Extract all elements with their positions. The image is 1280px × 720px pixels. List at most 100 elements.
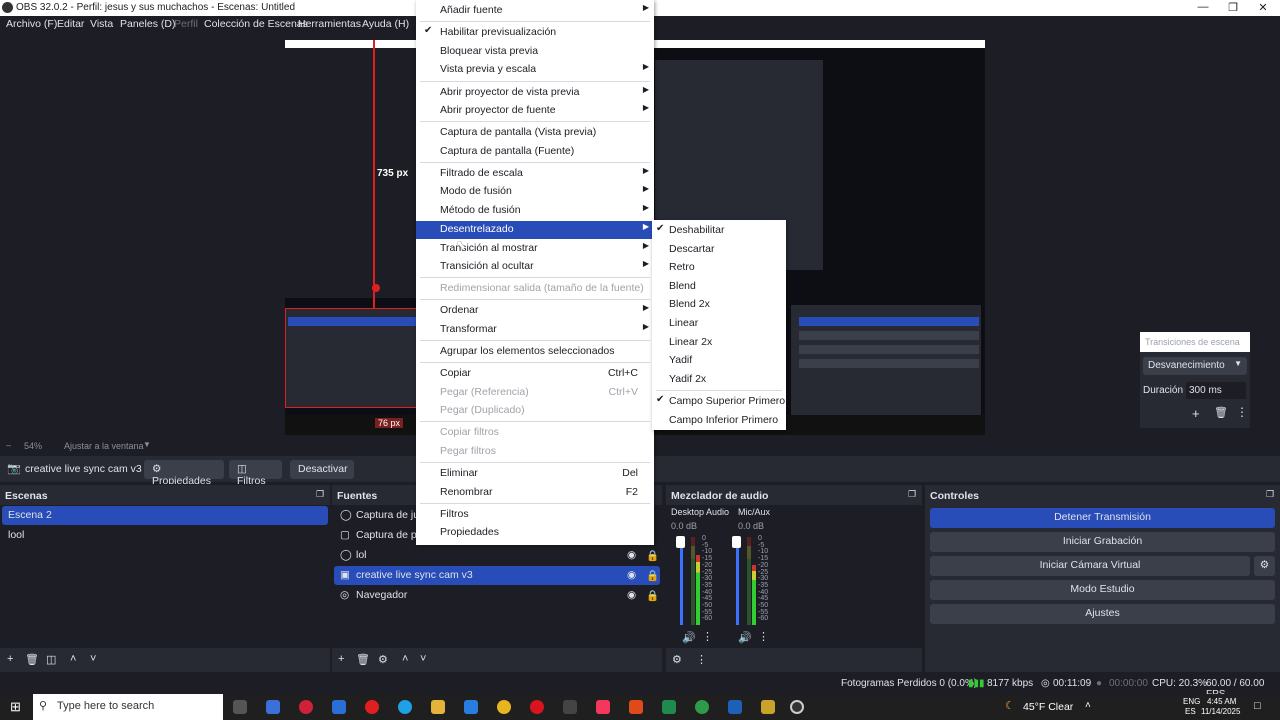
close-button[interactable]: ✕	[1256, 1, 1270, 14]
pinterest-icon[interactable]	[299, 700, 313, 714]
handle-icon[interactable]	[372, 284, 380, 292]
lock-icon[interactable]: 🔒	[646, 569, 659, 582]
menu-vista[interactable]: Vista	[90, 18, 113, 30]
chevron-up-icon[interactable]: ˄	[1085, 700, 1091, 711]
eye-icon[interactable]: ◉	[627, 589, 636, 601]
context-menu-item[interactable]: Propiedades	[416, 524, 654, 542]
submenu-item[interactable]: Campo Superior Primero ✔	[652, 393, 786, 411]
submenu-item[interactable]: Yadif 2x	[652, 371, 786, 389]
context-menu-item[interactable]: Abrir proyector de vista previa ▶	[416, 84, 654, 102]
context-menu-item[interactable]: Desentrelazado ▶	[416, 221, 654, 239]
trash-icon[interactable]: 🗑	[25, 653, 39, 666]
arrow-down-icon[interactable]: ˅	[90, 653, 96, 665]
shield-icon[interactable]	[728, 700, 742, 714]
context-menu-item[interactable]: Transición al ocultar ▶	[416, 258, 654, 276]
app-icon[interactable]	[563, 700, 577, 714]
submenu-item[interactable]: Descartar	[652, 241, 786, 259]
menu-herramientas[interactable]: Herramientas	[298, 18, 361, 30]
minimize-button[interactable]: —	[1196, 1, 1210, 13]
source-item[interactable]: ◎ Navegador ◉ 🔒	[334, 586, 660, 605]
context-menu-item[interactable]: Filtrado de escala ▶	[416, 165, 654, 183]
gear-icon[interactable]: ⚙	[378, 653, 388, 666]
submenu-item[interactable]: Linear	[652, 315, 786, 333]
submenu-item[interactable]: Blend 2x	[652, 296, 786, 314]
media-icon[interactable]	[365, 700, 379, 714]
settings-button[interactable]: Ajustes	[930, 604, 1275, 624]
folder-icon[interactable]	[431, 700, 445, 714]
submenu-item[interactable]: Yadif	[652, 352, 786, 370]
scene-item[interactable]: Escena 2	[2, 506, 328, 525]
menu-archivo[interactable]: Archivo (F)	[6, 18, 57, 30]
add-icon[interactable]: +	[338, 653, 344, 665]
volume-slider[interactable]	[736, 537, 739, 625]
weather[interactable]: 45°F Clear	[1023, 701, 1073, 713]
context-menu-item[interactable]: Ordenar ▶	[416, 302, 654, 320]
context-menu-item[interactable]: Modo de fusión ▶	[416, 183, 654, 201]
scene-item[interactable]: lool	[2, 526, 328, 545]
arrow-down-icon[interactable]: ˅	[420, 653, 426, 665]
arrow-up-icon[interactable]: ˄	[402, 653, 408, 665]
taskbar-search[interactable]: ⚲ Type here to search	[33, 694, 223, 720]
opera-icon[interactable]	[530, 700, 544, 714]
undock-icon[interactable]: ❐	[908, 489, 916, 500]
submenu-item[interactable]: Deshabilitar ✔	[652, 222, 786, 240]
context-menu-item[interactable]: Transición al mostrar ▶	[416, 240, 654, 258]
music-icon[interactable]	[596, 700, 610, 714]
submenu-item[interactable]: Linear 2x	[652, 334, 786, 352]
undock-icon[interactable]: ❐	[316, 489, 324, 500]
start-virtual-camera-button[interactable]: Iniciar Cámara Virtual	[930, 556, 1250, 576]
task-view-icon[interactable]	[233, 700, 247, 714]
start-recording-button[interactable]: Iniciar Grabación	[930, 532, 1275, 552]
lock-icon[interactable]: 🔒	[646, 549, 659, 562]
more-icon[interactable]: ⋮	[758, 630, 769, 643]
lock-icon[interactable]: 🔒	[646, 589, 659, 602]
menu-perfil[interactable]: Perfil	[174, 18, 198, 30]
language[interactable]: ENG	[1183, 697, 1200, 706]
transition-select[interactable]: Desvanecimiento ▼	[1143, 357, 1247, 375]
context-menu-item[interactable]: Añadir fuente ▶	[416, 2, 654, 20]
clock-time[interactable]: 4:45 AM	[1207, 697, 1236, 706]
brave-icon[interactable]	[629, 700, 643, 714]
slider-handle[interactable]	[676, 536, 685, 548]
mail-icon[interactable]	[464, 700, 478, 714]
app-icon[interactable]	[662, 700, 676, 714]
context-menu-item[interactable]: Vista previa y escala ▶	[416, 61, 654, 79]
windows-start-icon[interactable]: ⊞	[10, 699, 21, 715]
stop-stream-button[interactable]: Detener Transmisión	[930, 508, 1275, 528]
menu-ayuda[interactable]: Ayuda (H)	[362, 18, 409, 30]
store-icon[interactable]	[332, 700, 346, 714]
menu-coleccion[interactable]: Colección de Escenas	[204, 18, 308, 30]
edge-icon[interactable]	[398, 700, 412, 714]
clock-date[interactable]: 11/14/2025	[1201, 707, 1240, 716]
copilot-icon[interactable]	[266, 700, 280, 714]
context-menu-item[interactable]: Abrir proyector de fuente ▶	[416, 102, 654, 120]
menu-paneles[interactable]: Paneles (D)	[120, 18, 175, 30]
trash-icon[interactable]: 🗑	[1214, 406, 1228, 419]
fit-window[interactable]: Ajustar a la ventana	[64, 441, 144, 451]
submenu-item[interactable]: Blend	[652, 278, 786, 296]
submenu-item[interactable]: Retro	[652, 259, 786, 277]
context-menu-item[interactable]: Copiar Ctrl+C	[416, 365, 654, 383]
volume-slider[interactable]	[680, 537, 683, 625]
obs-icon[interactable]	[790, 700, 804, 714]
add-transition-button[interactable]: +	[1192, 406, 1200, 421]
studio-mode-button[interactable]: Modo Estudio	[930, 580, 1275, 600]
gear-icon[interactable]: ⚙	[1254, 556, 1275, 576]
region[interactable]: ES	[1185, 707, 1196, 716]
chevron-down-icon[interactable]: ▼	[143, 440, 151, 449]
properties-button[interactable]: ⚙ Propiedades	[144, 460, 224, 487]
speaker-icon[interactable]: 🔊	[738, 631, 752, 644]
context-menu-item[interactable]: Agrupar los elementos seleccionados	[416, 343, 654, 361]
app-icon[interactable]	[761, 700, 775, 714]
context-menu-item[interactable]: Método de fusión ▶	[416, 202, 654, 220]
menu-editar[interactable]: Editar	[57, 18, 84, 30]
context-menu-item[interactable]: Habilitar previsualización ✔	[416, 24, 654, 42]
restore-button[interactable]: ❐	[1226, 1, 1240, 14]
gear-icon[interactable]: ⚙	[672, 653, 682, 666]
eye-icon[interactable]: ◉	[627, 549, 636, 561]
add-icon[interactable]: +	[7, 653, 13, 665]
chrome-icon[interactable]	[497, 700, 511, 714]
zoom-out-icon[interactable]: –	[6, 440, 11, 450]
context-menu-item[interactable]: Bloquear vista previa	[416, 43, 654, 61]
selected-source-box[interactable]	[285, 308, 417, 408]
